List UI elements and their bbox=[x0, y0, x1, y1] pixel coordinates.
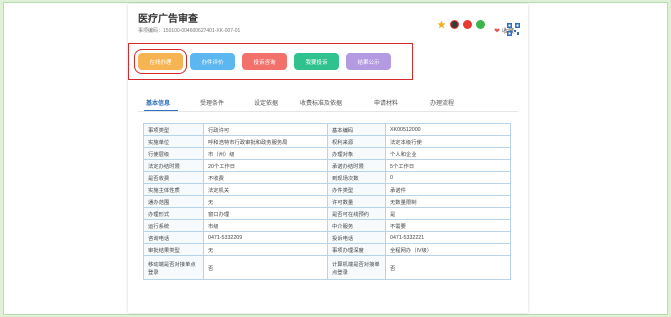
table-cell: 计算机端是否对接单点登录 bbox=[327, 255, 386, 280]
table-cell: 通办范围 bbox=[143, 195, 204, 208]
table-cell: 窗口办理 bbox=[203, 207, 328, 220]
table-cell: 基本编码 bbox=[327, 123, 386, 136]
item-code-label: 事项编码： bbox=[138, 28, 164, 34]
consult-button[interactable]: 投诉咨询 bbox=[242, 53, 287, 70]
table-cell: 20个工作日 bbox=[203, 159, 328, 172]
table-row: 是否收费 不收费 到现场次数 0 bbox=[143, 171, 511, 184]
table-cell: 是否收费 bbox=[143, 171, 204, 184]
table-cell: XK00512000 bbox=[385, 123, 511, 136]
tab-bar: 基本信息 受理条件 设定依据 收费标准及依据 申请材料 办理流程 bbox=[146, 98, 454, 107]
tab-basic-info[interactable]: 基本信息 bbox=[146, 98, 200, 107]
table-cell: 0471-5332221 bbox=[385, 231, 511, 244]
table-cell: 市（州）级 bbox=[203, 147, 328, 160]
page-title: 医疗广告审查 bbox=[138, 14, 198, 25]
table-cell: 实施单位 bbox=[143, 135, 204, 148]
tab-materials[interactable]: 申请材料 bbox=[374, 98, 430, 107]
table-cell: 法定办结时限 bbox=[143, 159, 204, 172]
table-cell: 行政许可 bbox=[203, 123, 328, 136]
table-cell: 咨询电话 bbox=[143, 231, 204, 244]
table-cell: 不需要 bbox=[385, 219, 511, 232]
item-code-value: 150100-004600627401-XK-007-01 bbox=[163, 28, 241, 34]
table-cell: 无 bbox=[203, 195, 328, 208]
tab-fees[interactable]: 收费标准及依据 bbox=[300, 98, 374, 107]
table-row: 实施主体性质 法定机关 办件类型 承诺件 bbox=[143, 183, 511, 196]
table-cell: 运行系统 bbox=[143, 219, 204, 232]
table-cell: 无 bbox=[203, 243, 328, 256]
table-cell: 0 bbox=[385, 171, 511, 184]
online-apply-button[interactable]: 在线办理 bbox=[134, 49, 187, 74]
table-row: 咨询电话 0471-5332209 投诉电话 0471-5332221 bbox=[143, 231, 511, 244]
table-cell: 市级 bbox=[203, 219, 328, 232]
table-cell: 审批结果类型 bbox=[143, 243, 204, 256]
table-cell: 否 bbox=[203, 255, 328, 280]
table-cell: 无数量限制 bbox=[385, 195, 511, 208]
table-cell: 法定机关 bbox=[203, 183, 328, 196]
table-cell: 办理对象 bbox=[327, 147, 386, 160]
table-cell: 行使层级 bbox=[143, 147, 204, 160]
table-row: 办理形式 窗口办理 是否可在线预约是 bbox=[143, 207, 511, 220]
table-row: 行使层级 市（州）级 办理对象 个人和企业 bbox=[143, 147, 511, 160]
table-cell: 事项类型 bbox=[143, 123, 204, 136]
table-cell: 0471-5332209 bbox=[203, 231, 328, 244]
table-cell: 法定本级行使 bbox=[385, 135, 511, 148]
table-cell: 到现场次数 bbox=[327, 171, 386, 184]
star-icon[interactable] bbox=[437, 20, 446, 29]
table-cell: 许可数量 bbox=[327, 195, 386, 208]
table-cell: 全程网办（IV级） bbox=[385, 243, 511, 256]
table-cell: 承诺件 bbox=[385, 183, 511, 196]
table-row: 事项类型 行政许可 基本编码 XK00512000 bbox=[143, 123, 511, 136]
table-cell: 个人和企业 bbox=[385, 147, 511, 160]
heart-icon: ❤ bbox=[494, 27, 500, 35]
complaint-button[interactable]: 我要投诉 bbox=[294, 53, 339, 70]
table-row: 移动端是否对接单点登录否计算机端是否对接单点登录否 bbox=[143, 255, 511, 280]
table-cell: 不收费 bbox=[203, 171, 328, 184]
qr-code-icon[interactable] bbox=[507, 23, 520, 36]
table-cell: 否 bbox=[385, 255, 511, 280]
tab-conditions[interactable]: 受理条件 bbox=[200, 98, 254, 107]
table-cell: 是 bbox=[385, 207, 511, 220]
table-cell: 实施主体性质 bbox=[143, 183, 204, 196]
info-table: 事项类型 行政许可 基本编码 XK00512000 实施单位 呼和浩特市行政审批和政务服… bbox=[143, 123, 511, 280]
content-panel: 医疗广告审查 事项编码：150100-004600627401-XK-007-0… bbox=[128, 4, 528, 313]
wechat-icon[interactable] bbox=[476, 20, 485, 29]
tab-basis[interactable]: 设定依据 bbox=[254, 98, 300, 107]
table-cell: 移动端是否对接单点登录 bbox=[143, 255, 204, 280]
table-cell: 权利来源 bbox=[327, 135, 386, 148]
tab-divider bbox=[138, 111, 518, 112]
qzone-icon[interactable] bbox=[463, 20, 472, 29]
result-public-button[interactable]: 结果公示 bbox=[346, 53, 391, 70]
table-cell: 5个工作日 bbox=[385, 159, 511, 172]
table-cell: 中介服务 bbox=[327, 219, 386, 232]
table-cell: 投诉电话 bbox=[327, 231, 386, 244]
table-cell: 办理形式 bbox=[143, 207, 204, 220]
evaluate-button[interactable]: 办件评价 bbox=[190, 53, 235, 70]
table-cell: 呼和浩特市行政审批和政务服务局 bbox=[203, 135, 328, 148]
table-cell: 事项办理深度 bbox=[327, 243, 386, 256]
table-cell: 承诺办结时限 bbox=[327, 159, 386, 172]
item-code: 事项编码：150100-004600627401-XK-007-01 bbox=[138, 27, 240, 34]
action-buttons: 在线办理 办件评价 投诉咨询 我要投诉 结果公示 bbox=[134, 49, 391, 74]
share-icons bbox=[437, 20, 485, 29]
table-row: 通办范围无许可数量 无数量限制 bbox=[143, 195, 511, 208]
table-row: 法定办结时限 20个工作日 承诺办结时限 5个工作日 bbox=[143, 159, 511, 172]
table-cell: 是否可在线预约 bbox=[327, 207, 386, 220]
table-row: 实施单位 呼和浩特市行政审批和政务服务局 权利来源 法定本级行使 bbox=[143, 135, 511, 148]
weibo-icon[interactable] bbox=[450, 20, 459, 29]
table-row: 运行系统 市级 中介服务 不需要 bbox=[143, 219, 511, 232]
table-row: 审批结果类型无事项办理深度 全程网办（IV级） bbox=[143, 243, 511, 256]
table-cell: 办件类型 bbox=[327, 183, 386, 196]
tab-process[interactable]: 办理流程 bbox=[430, 98, 454, 107]
